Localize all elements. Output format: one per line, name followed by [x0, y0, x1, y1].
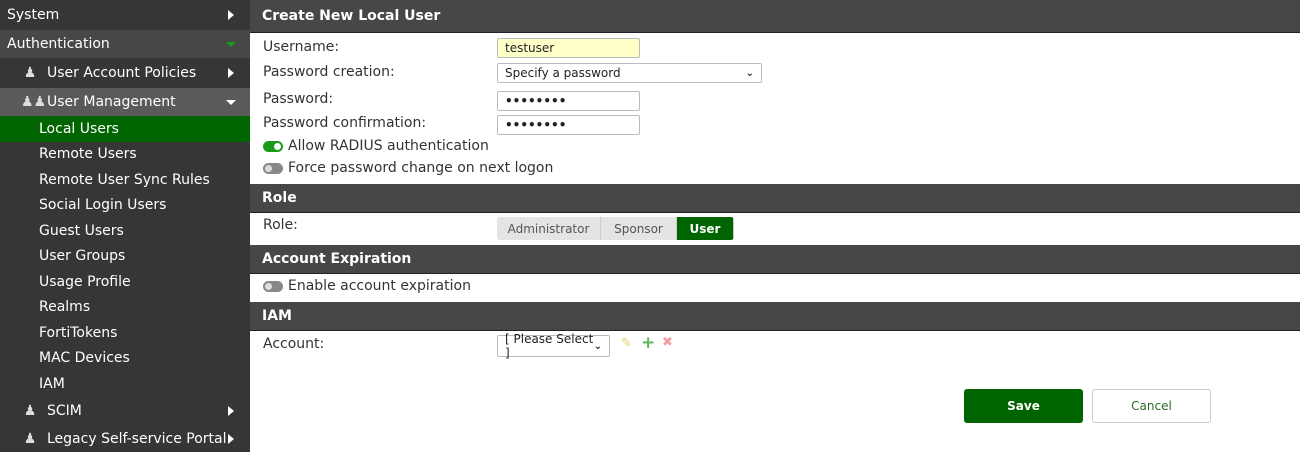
role-selector: Administrator Sponsor User: [497, 217, 734, 240]
sidebar-item-label: Realms: [39, 299, 91, 316]
sidebar-item-realms[interactable]: Realms: [0, 295, 250, 321]
chevron-down-icon: ⌄: [593, 340, 602, 352]
iam-section-header: IAM: [250, 302, 1300, 331]
create-user-form: Create New Local User Username: testuser…: [250, 0, 1300, 452]
toggle-off-icon: [263, 280, 283, 292]
sidebar-item-legacy-portal[interactable]: ♟ Legacy Self-service Portal: [0, 425, 250, 453]
sidebar-item-user-management[interactable]: ♟♟ User Management: [0, 88, 250, 116]
sidebar-item-iam[interactable]: IAM: [0, 371, 250, 397]
sidebar-item-user-account-policies[interactable]: ♟ User Account Policies: [0, 58, 250, 88]
sidebar-item-fortitokens[interactable]: FortiTokens: [0, 320, 250, 346]
sidebar-item-local-users[interactable]: Local Users: [0, 116, 250, 142]
sidebar-item-label: Guest Users: [39, 222, 124, 239]
chevron-right-icon: [228, 405, 234, 416]
sidebar-item-guest-users[interactable]: Guest Users: [0, 218, 250, 244]
sidebar-item-label: Social Login Users: [39, 197, 167, 214]
sidebar-item-remote-users[interactable]: Remote Users: [0, 142, 250, 168]
account-expiration-header: Account Expiration: [250, 245, 1300, 274]
sidebar-item-remote-user-sync-rules[interactable]: Remote User Sync Rules: [0, 167, 250, 193]
force-password-change-toggle[interactable]: Force password change on next logon: [263, 160, 553, 176]
sidebar-item-label: User Groups: [39, 248, 126, 265]
sidebar-item-label: FortiTokens: [39, 324, 118, 341]
sidebar-item-system[interactable]: System: [0, 0, 250, 30]
account-label: Account:: [263, 336, 325, 352]
save-button[interactable]: Save: [964, 389, 1083, 423]
password-confirmation-input[interactable]: ••••••••: [497, 115, 640, 135]
sidebar-item-label: Remote Users: [39, 146, 137, 163]
password-creation-label: Password creation:: [263, 64, 395, 80]
user-policy-icon: ♟: [23, 65, 37, 81]
sidebar-item-user-groups[interactable]: User Groups: [0, 244, 250, 270]
sidebar-item-mac-devices[interactable]: MAC Devices: [0, 346, 250, 372]
user-icon: ♟: [23, 431, 37, 447]
role-label: Role:: [263, 217, 298, 233]
chevron-down-icon: ⌄: [745, 67, 754, 79]
sidebar-item-label: Remote User Sync Rules: [39, 171, 210, 188]
users-icon: ♟♟: [21, 94, 47, 110]
sidebar: System Authentication ♟ User Account Poli…: [0, 0, 250, 452]
password-confirmation-label: Password confirmation:: [263, 115, 427, 131]
sidebar-item-label: MAC Devices: [39, 350, 130, 367]
sidebar-item-label: IAM: [39, 375, 65, 392]
edit-icon[interactable]: ✎: [621, 336, 632, 351]
chevron-down-icon: [226, 99, 236, 105]
delete-icon[interactable]: ✖: [662, 335, 673, 350]
sidebar-item-usage-profile[interactable]: Usage Profile: [0, 269, 250, 295]
password-label: Password:: [263, 91, 334, 107]
chevron-right-icon: [228, 68, 234, 78]
role-sponsor[interactable]: Sponsor: [601, 217, 677, 240]
chevron-down-icon: [226, 41, 236, 47]
toggle-off-icon: [263, 162, 283, 174]
password-creation-select[interactable]: Specify a password ⌄: [497, 63, 762, 83]
chevron-right-icon: [228, 434, 234, 444]
cancel-button[interactable]: Cancel: [1092, 389, 1211, 423]
radius-toggle[interactable]: Allow RADIUS authentication: [263, 138, 489, 154]
role-administrator[interactable]: Administrator: [497, 217, 601, 240]
password-input[interactable]: ••••••••: [497, 91, 640, 111]
account-select[interactable]: [ Please Select ] ⌄: [497, 332, 610, 360]
user-icon: ♟: [23, 402, 37, 419]
sidebar-item-label: Usage Profile: [39, 273, 131, 290]
page-title: Create New Local User: [250, 0, 1300, 33]
chevron-right-icon: [228, 10, 234, 20]
sidebar-item-scim[interactable]: ♟ SCIM: [0, 396, 250, 425]
username-input[interactable]: testuser: [497, 38, 640, 58]
sidebar-item-authentication[interactable]: Authentication: [0, 30, 250, 58]
add-icon[interactable]: +: [641, 333, 655, 353]
sidebar-item-label: Local Users: [39, 120, 119, 137]
role-section-header: Role: [250, 184, 1300, 213]
username-label: Username:: [263, 39, 340, 55]
role-user[interactable]: User: [677, 217, 734, 240]
sidebar-item-social-login-users[interactable]: Social Login Users: [0, 193, 250, 219]
account-expiration-toggle[interactable]: Enable account expiration: [263, 278, 471, 294]
toggle-on-icon: [263, 140, 283, 152]
